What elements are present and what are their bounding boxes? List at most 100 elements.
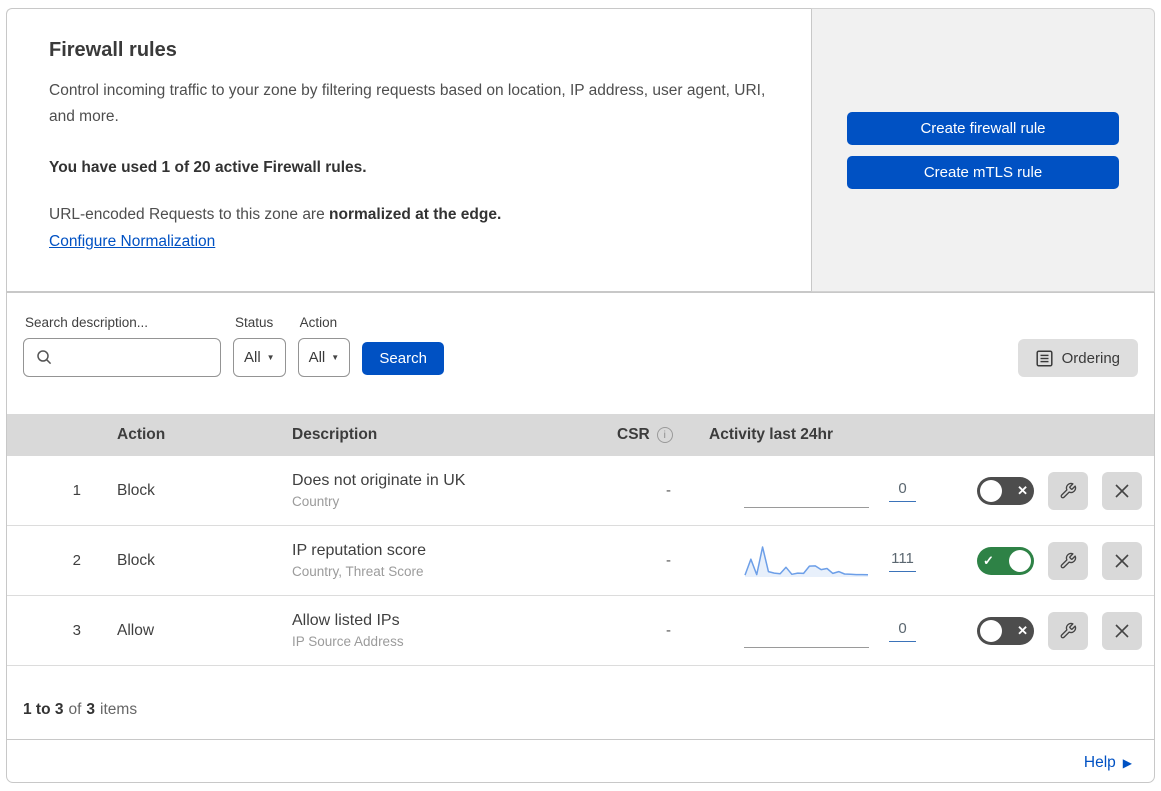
items-text: items [100,700,138,718]
rule-action: Allow [117,621,155,639]
create-firewall-rule-button[interactable]: Create firewall rule [847,112,1119,145]
x-icon: ✕ [1017,623,1028,638]
wrench-icon [1059,482,1077,500]
close-icon [1114,623,1130,639]
help-link[interactable]: Help ▶ [1084,754,1132,772]
x-icon: ✕ [1017,483,1028,498]
enable-toggle[interactable]: ✕ [977,616,1034,645]
status-dropdown[interactable]: All ▼ [233,338,286,377]
info-icon[interactable]: i [656,427,673,443]
header-csr: CSR i [599,426,709,444]
enable-toggle[interactable]: ✕ [977,476,1034,505]
of-text: of [68,700,82,718]
rule-fields: Country, Threat Score [292,564,424,579]
rule-action: Block [117,551,155,569]
rule-description: Does not originate in UK [292,472,466,489]
search-input[interactable] [23,338,221,377]
list-icon [1036,349,1053,367]
action-dropdown[interactable]: All ▼ [297,338,351,377]
rule-controls: ✓ [959,541,1154,580]
create-mtls-rule-button[interactable]: Create mTLS rule [847,156,1119,189]
status-label: Status [235,315,274,330]
activity-count-link[interactable]: 0 [889,620,916,642]
edit-rule-button[interactable] [1048,471,1088,510]
toggle-knob [980,619,1002,642]
rule-controls: ✕ [959,471,1154,510]
normalization-text: URL-encoded Requests to this zone are no… [49,206,769,224]
rule-description: IP reputation score [292,542,427,559]
items-range: 1 to 3 [23,700,64,718]
action-filter-field: Action All ▼ [297,315,351,377]
edit-rule-button[interactable] [1048,611,1088,650]
normalization-bold: normalized at the edge. [329,205,502,223]
rule-controls: ✕ [959,611,1154,650]
ordering-button-label: Ordering [1061,349,1120,367]
rule-description-cell: Does not originate in UK Country [272,472,599,509]
top-section: Firewall rules Control incoming traffic … [6,8,1155,292]
page-title: Firewall rules [49,39,177,61]
rule-description: Allow listed IPs [292,612,400,629]
table-row: 1 Block Does not originate in UK Country… [7,456,1154,526]
rule-activity-cell: 0 [709,613,959,649]
actions-panel: Create firewall rule Create mTLS rule [811,8,1155,292]
normalization-prefix: URL-encoded Requests to this zone are [49,205,330,223]
rule-activity-cell: 111 [709,543,959,579]
ordering-button[interactable]: Ordering [1017,339,1138,377]
chevron-down-icon: ▼ [331,353,340,362]
rule-priority: 1 [72,482,81,499]
activity-count-link[interactable]: 111 [889,550,916,572]
delete-rule-button[interactable] [1102,541,1142,580]
activity-sparkline [744,473,869,509]
arrow-right-icon: ▶ [1122,755,1132,770]
toggle-knob [1009,549,1031,572]
check-icon: ✓ [983,553,994,568]
action-label: Action [299,315,338,330]
wrench-icon [1059,622,1077,640]
activity-count-link[interactable]: 0 [889,480,916,502]
wrench-icon [1059,552,1077,570]
close-icon [1114,553,1130,569]
action-dropdown-value: All [308,349,326,366]
page-description: Control incoming traffic to your zone by… [49,82,766,126]
search-field: Search description... [23,315,221,377]
close-icon [1114,483,1130,499]
table-header-row: Action Description CSR i Activity last 2… [7,414,1154,456]
rule-description-cell: IP reputation score Country, Threat Scor… [272,542,599,579]
header-description: Description [292,426,378,443]
rule-priority: 3 [72,622,81,639]
rule-csr: - [666,622,671,639]
chevron-down-icon: ▼ [266,353,275,362]
rule-csr: - [666,552,671,569]
rule-fields: Country [292,494,340,509]
firewall-rules-page: Firewall rules Control incoming traffic … [0,0,1161,790]
rule-fields: IP Source Address [292,634,404,649]
search-icon [36,349,53,366]
status-filter-field: Status All ▼ [233,315,286,377]
header-action: Action [117,426,166,443]
rule-action: Block [117,481,155,499]
search-label: Search description... [25,315,149,330]
items-total: 3 [86,700,96,718]
rule-csr: - [666,482,671,499]
filter-bar: Search description... Status All ▼ Actio… [7,293,1154,414]
configure-normalization-link[interactable]: Configure Normalization [49,233,215,251]
pagination-summary: 1 to 3 of 3 items [7,666,1154,739]
status-dropdown-value: All [244,349,261,366]
enable-toggle[interactable]: ✓ [977,546,1034,575]
header-activity: Activity last 24hr [709,426,834,443]
intro-card: Firewall rules Control incoming traffic … [6,8,811,292]
rule-activity-cell: 0 [709,473,959,509]
help-link-label: Help [1083,753,1116,771]
table-row: 3 Allow Allow listed IPs IP Source Addre… [7,596,1154,666]
table-row: 2 Block IP reputation score Country, Thr… [7,526,1154,596]
activity-sparkline [744,543,869,579]
rule-description-cell: Allow listed IPs IP Source Address [272,612,599,649]
delete-rule-button[interactable] [1102,611,1142,650]
rule-priority: 2 [72,552,81,569]
activity-sparkline [744,613,869,649]
search-button[interactable]: Search [362,342,445,375]
edit-rule-button[interactable] [1048,541,1088,580]
help-bar: Help ▶ [7,739,1154,785]
rules-list-card: Search description... Status All ▼ Actio… [6,292,1155,783]
delete-rule-button[interactable] [1102,471,1142,510]
